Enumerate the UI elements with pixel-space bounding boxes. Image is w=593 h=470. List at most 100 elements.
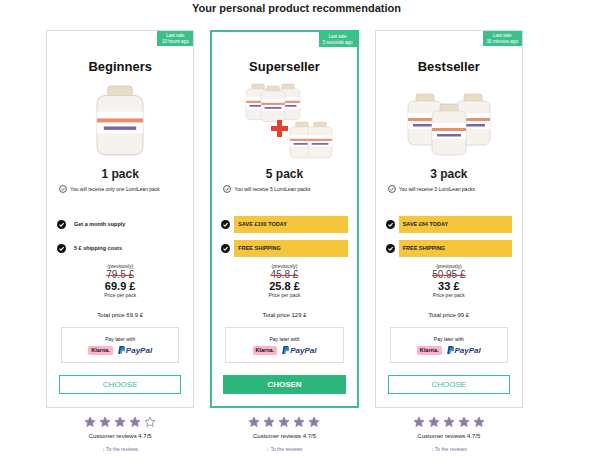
paypal-text: PayPal — [290, 346, 316, 355]
page-heading: Your personal product recommendation — [0, 0, 593, 30]
old-price: 50.95 £ — [432, 269, 465, 280]
pay-later-box: Pay later with Klarna. PayPal — [225, 327, 343, 363]
rating-stars — [46, 416, 194, 428]
total-price: Total price 69.9 £ — [97, 311, 143, 319]
star-icon — [248, 416, 260, 428]
check-icon — [57, 220, 66, 229]
feature-text: Get a month supply — [70, 216, 183, 233]
badge-line: 10 hours ago — [161, 39, 189, 45]
price-label: Price per pack — [104, 292, 136, 299]
feature-row: 5 £ shipping costs — [57, 239, 183, 257]
product-image — [60, 82, 180, 160]
paypal-text: PayPal — [126, 346, 152, 355]
star-icon — [129, 416, 141, 428]
paypal-icon — [282, 346, 289, 354]
feature-row: SAVE £64 TODAY — [386, 215, 512, 233]
previously-label: (previously) — [436, 263, 462, 269]
rating-stars — [210, 416, 358, 428]
paypal-logo: PayPal — [447, 346, 481, 355]
rating-stars — [375, 416, 523, 428]
check-icon — [57, 244, 66, 253]
reviews-link[interactable]: ↓ To the reviews — [375, 446, 523, 453]
reviews-link[interactable]: ↓ To the reviews — [210, 446, 358, 453]
last-sale-badge: Last sale10 hours ago — [157, 31, 193, 46]
plan-card[interactable]: Last sale10 hours agoBeginners1 packYou … — [46, 30, 194, 408]
plan-title: Superseller — [249, 59, 320, 75]
check-icon — [386, 220, 395, 229]
feature-list: Get a month supply 5 £ shipping costs — [57, 215, 183, 257]
pack-note: You will receive only one LumiLean pack — [57, 185, 183, 193]
pack-count: 1 pack — [101, 167, 138, 181]
pack-count: 5 pack — [266, 167, 303, 181]
product-image — [224, 82, 344, 160]
badge-line: Last sale — [323, 34, 353, 40]
plan-card[interactable]: Last sale30 minutes agoBestseller3 packY… — [375, 30, 523, 408]
paypal-icon — [118, 346, 125, 354]
plan-card[interactable]: Last sale5 seconds ago Superseller 5 pack Y… — [210, 30, 358, 408]
plan-title: Bestseller — [418, 59, 480, 75]
check-circle-icon — [388, 185, 396, 193]
product-image — [389, 82, 509, 160]
pay-later-label: Pay later with — [105, 336, 135, 342]
badge-line: 30 minutes ago — [487, 39, 518, 45]
last-sale-badge: Last sale5 seconds ago — [319, 32, 357, 47]
pack-count: 3 pack — [430, 167, 467, 181]
customer-reviews: Customer reviews 4.7/5 — [210, 432, 358, 440]
price-label: Price per pack — [269, 292, 301, 299]
star-icon — [84, 416, 96, 428]
new-price: 33 £ — [438, 280, 459, 292]
choose-button[interactable]: CHOOSE — [59, 375, 181, 394]
choose-button[interactable]: CHOSEN — [223, 375, 345, 394]
star-icon — [263, 416, 275, 428]
plan-column: Last sale30 minutes agoBestseller3 packY… — [375, 30, 523, 453]
payment-logos: Klarna. PayPal — [253, 346, 317, 355]
feature-row: SAVE £100 TODAY — [221, 215, 347, 233]
feature-text: FREE SHIPPING — [399, 240, 512, 257]
star-icon — [413, 416, 425, 428]
badge-line: Last sale — [487, 33, 518, 39]
payment-logos: Klarna.PayPal — [88, 346, 152, 355]
total-price: Total price 99 £ — [428, 311, 469, 319]
customer-reviews: Customer reviews 4.7/5 — [46, 432, 194, 440]
paypal-icon — [447, 346, 454, 354]
pay-later-box: Pay later with Klarna.PayPal — [61, 327, 179, 363]
star-icon — [114, 416, 126, 428]
feature-list: SAVE £64 TODAY FREE SHIPPING — [386, 215, 512, 257]
pay-later-box: Pay later withKlarna.PayPal — [390, 327, 508, 363]
total-price: Total price 129 £ — [262, 311, 306, 319]
check-icon — [221, 220, 230, 229]
feature-text: 5 £ shipping costs — [70, 240, 183, 257]
plan-column: Last sale10 hours agoBeginners1 packYou … — [46, 30, 194, 453]
feature-row: FREE SHIPPING — [386, 239, 512, 257]
pack-note-text: You will receive 5 LumiLean packs — [234, 185, 310, 193]
star-icon — [278, 416, 290, 428]
feature-row: Get a month supply — [57, 215, 183, 233]
star-icon — [458, 416, 470, 428]
klarna-logo: Klarna. — [253, 346, 278, 355]
price-label: Price per pack — [433, 292, 465, 299]
pack-note: You will receive 3 LumiLean packs — [386, 185, 512, 193]
paypal-text: PayPal — [455, 346, 481, 355]
pack-note: You will receive 5 LumiLean packs — [221, 185, 347, 193]
feature-row: FREE SHIPPING — [221, 239, 347, 257]
check-circle-icon — [59, 185, 67, 193]
check-circle-icon — [223, 185, 231, 193]
star-icon — [99, 416, 111, 428]
pay-later-label: Pay later with — [269, 336, 299, 342]
page: Your personal product recommendationLast… — [0, 0, 593, 470]
choose-button[interactable]: CHOOSE — [388, 375, 510, 394]
plan-column: Last sale5 seconds ago Superseller 5 pack Y… — [210, 30, 358, 453]
check-icon — [386, 244, 395, 253]
plan-list: Last sale10 hours agoBeginners1 packYou … — [0, 30, 593, 453]
star-icon — [443, 416, 455, 428]
old-price: 79.5 £ — [106, 269, 134, 280]
new-price: 69.9 £ — [105, 280, 136, 292]
paypal-logo: PayPal — [282, 346, 316, 355]
star-icon — [428, 416, 440, 428]
star-icon — [308, 416, 320, 428]
klarna-logo: Klarna. — [417, 346, 442, 355]
previously-label: (previously) — [107, 263, 133, 269]
product-image-box — [389, 81, 509, 161]
last-sale-badge: Last sale30 minutes ago — [483, 31, 522, 46]
reviews-link[interactable]: ↓ To the reviews — [46, 446, 194, 453]
